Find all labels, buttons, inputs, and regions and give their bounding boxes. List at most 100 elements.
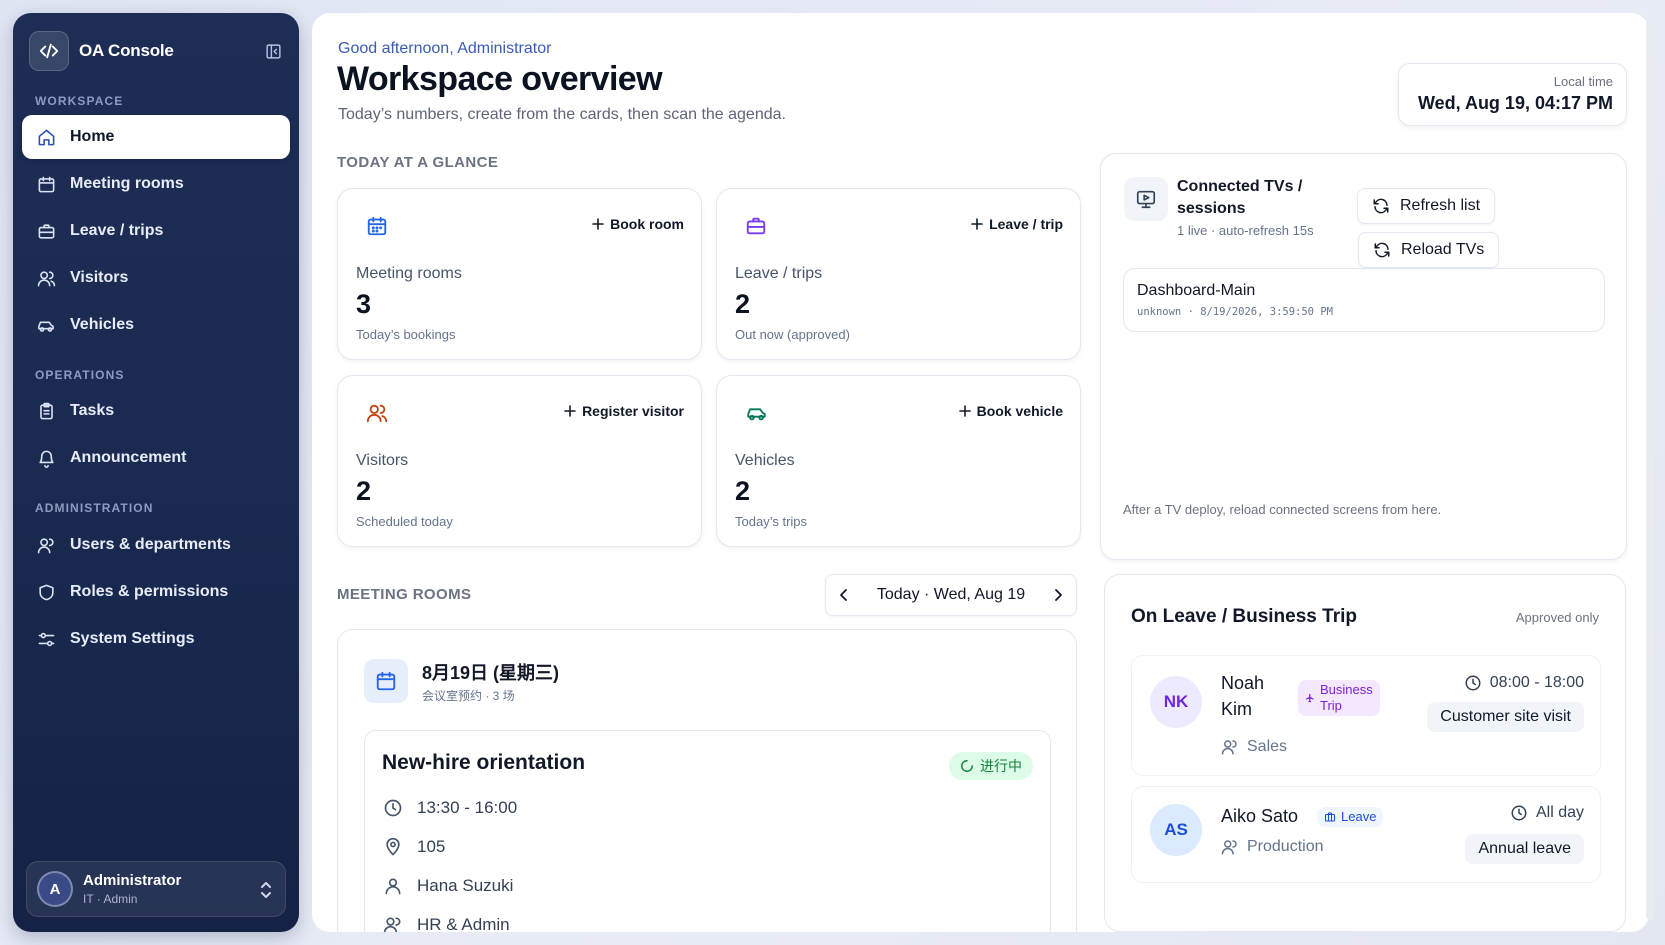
sidebar-item-users-departments[interactable]: Users & departments xyxy=(22,523,290,567)
leave-trip-label: Leave / trip xyxy=(989,216,1063,232)
meeting-room-row: 105 xyxy=(382,837,445,857)
on-leave-title: On Leave / Business Trip xyxy=(1131,606,1357,627)
sidebar-item-label: Users & departments xyxy=(70,536,231,553)
sliders-icon xyxy=(36,629,56,649)
book-room-label: Book room xyxy=(610,216,684,232)
users-icon xyxy=(36,268,56,288)
leave-trip-button[interactable]: Leave / trip xyxy=(971,216,1063,232)
tv-status: 1 live · auto-refresh 15s xyxy=(1177,223,1314,238)
reload-tvs-label: Reload TVs xyxy=(1401,241,1485,258)
refresh-list-button[interactable]: Refresh list xyxy=(1357,188,1496,224)
map-pin-icon xyxy=(382,837,404,857)
stat-label: Vehicles xyxy=(735,452,795,469)
sidebar-item-home[interactable]: Home xyxy=(22,115,290,159)
users-icon xyxy=(366,402,388,424)
status-badge: 进行中 xyxy=(949,752,1033,780)
sidebar-item-leave-trips[interactable]: Leave / trips xyxy=(22,209,290,253)
register-visitor-label: Register visitor xyxy=(582,403,684,419)
book-vehicle-label: Book vehicle xyxy=(976,403,1063,419)
sidebar-item-roles-permissions[interactable]: Roles & permissions xyxy=(22,570,290,614)
sidebar-item-visitors[interactable]: Visitors xyxy=(22,256,290,300)
car-icon xyxy=(745,402,768,424)
sidebar-item-tasks[interactable]: Tasks xyxy=(22,389,290,433)
meeting-room: 105 xyxy=(417,837,446,856)
glance-section-title: TODAY AT A GLANCE xyxy=(337,154,499,171)
type-badge-label: Leave xyxy=(1341,809,1377,824)
stat-value: 2 xyxy=(735,289,751,319)
date-label[interactable]: Today · Wed, Aug 19 xyxy=(877,586,1025,604)
calendar-icon xyxy=(36,174,56,194)
tv-icon xyxy=(1124,177,1168,221)
type-badge: Leave xyxy=(1317,807,1384,827)
brand-name: OA Console xyxy=(79,41,174,60)
refresh-icon xyxy=(1373,241,1391,259)
briefcase-icon xyxy=(36,221,56,241)
main-panel: Good afternoon, Administrator Workspace … xyxy=(312,13,1649,932)
stat-value: 2 xyxy=(356,476,372,506)
person-dept: Production xyxy=(1221,838,1324,856)
stat-card-leave-trips: Leave / trip Leave / trips 2 Out now (ap… xyxy=(716,188,1081,360)
reload-tvs-button[interactable]: Reload TVs xyxy=(1358,232,1500,268)
book-vehicle-button[interactable]: Book vehicle xyxy=(958,403,1063,419)
chevron-right-icon[interactable] xyxy=(1050,587,1066,603)
person-name-line: Kim xyxy=(1221,699,1252,719)
code-icon xyxy=(29,31,69,71)
section-label-workspace: WORKSPACE xyxy=(35,94,124,108)
plus-icon xyxy=(958,405,971,417)
page-scrollbar[interactable] xyxy=(1646,20,1654,920)
briefcase-icon xyxy=(745,215,767,237)
meeting-card[interactable]: New-hire orientation 进行中 13:30 - 16:00 1… xyxy=(364,730,1051,932)
meeting-host-row: Hana Suzuki xyxy=(382,876,513,896)
stat-label: Visitors xyxy=(356,452,409,469)
user-menu[interactable]: A Administrator IT · Admin xyxy=(26,861,286,917)
person-time: All day xyxy=(1510,804,1584,822)
tv-session-row[interactable]: Dashboard-Main unknown · 8/19/2026, 3:59… xyxy=(1123,268,1605,332)
tv-title: Connected TVs / sessions xyxy=(1177,178,1303,217)
sidebar-item-label: Vehicles xyxy=(70,316,135,333)
sidebar-item-vehicles[interactable]: Vehicles xyxy=(22,303,290,347)
sidebar-item-label: Meeting rooms xyxy=(70,175,184,192)
stat-value: 3 xyxy=(356,289,372,319)
session-meta: unknown · 8/19/2026, 3:59:50 PM xyxy=(1137,306,1333,318)
person-name: Noah Kim xyxy=(1221,670,1264,722)
person-name-line: Noah xyxy=(1221,673,1265,693)
person-dept: Sales xyxy=(1221,738,1287,756)
clock-icon xyxy=(1510,804,1528,822)
users-icon xyxy=(1221,738,1239,756)
car-icon xyxy=(36,315,56,335)
sidebar-item-announcement[interactable]: Announcement xyxy=(22,436,290,480)
section-label-operations: OPERATIONS xyxy=(35,368,125,382)
local-time-card: Local time Wed, Aug 19, 04:17 PM xyxy=(1398,63,1627,126)
sidebar-item-meeting-rooms[interactable]: Meeting rooms xyxy=(22,162,290,206)
sidebar-item-label: System Settings xyxy=(70,630,195,647)
type-badge-label: Business xyxy=(1320,682,1373,697)
page-title: Workspace overview xyxy=(337,60,663,98)
plus-icon xyxy=(971,218,983,230)
stat-sub: Today’s trips xyxy=(735,514,808,529)
tv-sessions-card: Connected TVs / sessions 1 live · auto-r… xyxy=(1100,153,1627,560)
sidebar-item-system-settings[interactable]: System Settings xyxy=(22,617,290,661)
sidebar-item-label: Tasks xyxy=(70,402,115,419)
calendar-icon xyxy=(364,659,408,703)
leave-person-row[interactable]: NK Noah Kim Business Trip Sales 08:00 - … xyxy=(1131,655,1601,776)
person-dept-label: Production xyxy=(1247,838,1324,855)
sidebar-collapse-icon[interactable] xyxy=(263,41,283,61)
users-icon xyxy=(382,915,404,932)
loading-icon xyxy=(960,759,974,773)
sidebar-item-label: Leave / trips xyxy=(70,222,164,239)
meeting-rooms-card: 8月19日 (星期三) 会议室预约 · 3 场 New-hire orienta… xyxy=(337,629,1077,932)
user-role: IT · Admin xyxy=(83,892,138,906)
book-room-button[interactable]: Book room xyxy=(592,216,684,232)
tv-footer-note: After a TV deploy, reload connected scre… xyxy=(1123,502,1442,517)
leave-person-row[interactable]: AS Aiko Sato Leave Production All day An… xyxy=(1131,786,1601,883)
stat-card-vehicles: Book vehicle Vehicles 2 Today’s trips xyxy=(716,375,1081,547)
meeting-title: New-hire orientation xyxy=(382,751,586,774)
type-badge: Business Trip xyxy=(1298,680,1380,716)
local-time-label: Local time xyxy=(1553,74,1613,89)
user-icon xyxy=(36,535,56,555)
register-visitor-button[interactable]: Register visitor xyxy=(564,403,684,419)
plus-icon xyxy=(592,218,604,230)
meeting-time-row: 13:30 - 16:00 xyxy=(382,798,517,818)
local-time-value: Wed, Aug 19, 04:17 PM xyxy=(1417,93,1613,113)
chevron-left-icon[interactable] xyxy=(836,587,852,603)
